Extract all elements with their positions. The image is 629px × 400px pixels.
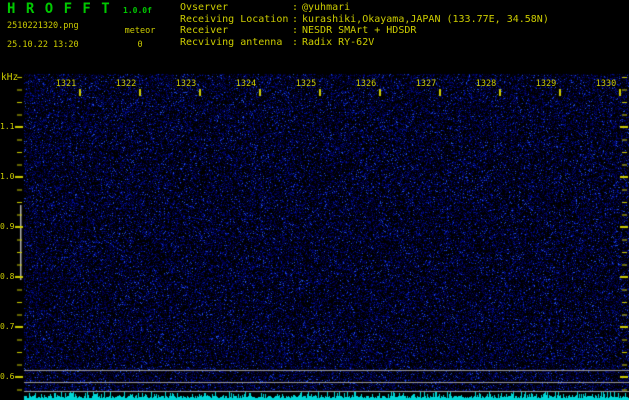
timestamp: 25.10.22 13:20 — [7, 40, 79, 50]
freq-tick-label: 0.7 — [0, 322, 15, 331]
info-row: Receiver: NESDR SMArt + HDSDR — [180, 25, 625, 37]
info-label: Receiving Location — [180, 13, 289, 25]
freq-tick-label: 0.8 — [0, 272, 15, 281]
time-tick-label: 1330 — [595, 79, 617, 89]
info-label: Ovserver — [180, 2, 229, 13]
time-tick-label: 1323 — [175, 79, 197, 89]
spectrogram-canvas — [0, 0, 629, 400]
info-value: NESDR SMArt + HDSDR — [302, 25, 417, 37]
freq-tick-label: 0.9 — [0, 222, 15, 231]
info-separator: : — [292, 37, 299, 49]
time-tick-label: 1324 — [235, 79, 257, 89]
info-row: Recviving antenna: Radix RY-62V — [180, 37, 625, 49]
meteor-counter: meteor 0 — [113, 0, 167, 56]
app-title: H R O F F T — [7, 1, 111, 17]
info-value: Radix RY-62V — [302, 37, 375, 49]
info-separator: : — [292, 25, 299, 37]
time-tick-label: 1325 — [295, 79, 317, 89]
info-row: Ovserver: @yuhmari — [180, 2, 625, 14]
info-value: @yuhmari — [302, 2, 351, 13]
info-label: Receiver — [180, 25, 229, 37]
header-info: Ovserver: @yuhmari Receiving Location: kura… — [180, 2, 625, 49]
time-tick-label: 1327 — [415, 79, 437, 89]
frequency-unit-label: kHz — [1, 72, 19, 83]
time-tick-label: 1326 — [355, 79, 377, 89]
freq-tick-label: 1.0 — [0, 172, 15, 181]
info-separator: : — [292, 13, 299, 25]
time-tick-label: 1321 — [55, 79, 77, 89]
time-tick-label: 1329 — [535, 79, 557, 89]
meteor-count-value: 0 — [137, 40, 143, 50]
output-filename: 2510221320.png — [7, 21, 79, 31]
freq-tick-label: 1.1 — [0, 122, 15, 131]
info-separator: : — [292, 2, 299, 13]
info-label: Recviving antenna — [180, 37, 283, 49]
time-tick-label: 1328 — [475, 79, 497, 89]
info-row: Receiving Location: kurashiki,Okayama,JAP… — [180, 14, 625, 26]
info-value: kurashiki,Okayama,JAPAN (133.77E, 34.58N… — [302, 13, 549, 25]
hrofft-window: H R O F F T 1.0.0f 2510221320.png 25.10.… — [0, 0, 629, 400]
meteor-count-label: meteor — [124, 26, 156, 36]
time-tick-label: 1322 — [115, 79, 137, 89]
freq-tick-label: 0.6 — [0, 372, 15, 381]
